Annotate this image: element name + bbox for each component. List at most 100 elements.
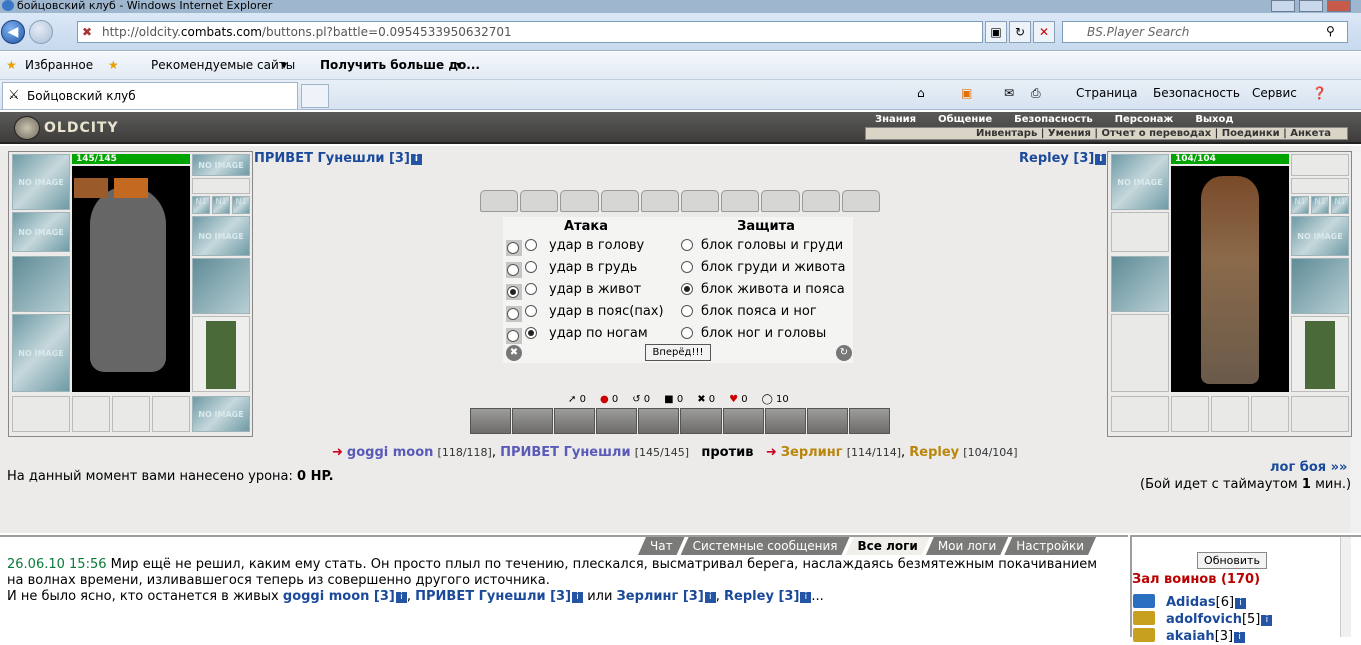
scroll-slot[interactable] — [640, 190, 680, 212]
info-icon[interactable]: i — [1095, 154, 1107, 165]
attack-radio[interactable] — [525, 261, 537, 273]
info-icon[interactable]: i — [410, 154, 422, 165]
search-input[interactable]: BS.Player Search — [1062, 21, 1348, 43]
info-icon[interactable]: i — [800, 592, 812, 603]
attack-option[interactable]: удар в пояс(пах) — [506, 304, 664, 322]
defense-radio[interactable] — [681, 283, 693, 295]
scroll-slot[interactable] — [681, 190, 720, 212]
attack-radio[interactable] — [525, 239, 537, 251]
attack-box-radio[interactable] — [506, 306, 522, 322]
scroll-slot[interactable] — [560, 190, 599, 212]
tab-chat[interactable]: Чат — [638, 537, 685, 555]
room-user[interactable]: Adidas[6] i — [1133, 594, 1247, 611]
defense-radio[interactable] — [681, 305, 693, 317]
attack-option[interactable]: удар по ногам — [506, 326, 648, 344]
earring-slot[interactable]: NO IMAGE — [192, 154, 250, 176]
refresh-button[interactable]: Обновить — [1197, 552, 1267, 569]
trick-button[interactable] — [596, 408, 638, 434]
defense-option[interactable]: блок живота и пояса — [681, 282, 845, 298]
helmet-slot[interactable]: NO IMAGE — [12, 154, 70, 210]
close-window-button[interactable] — [1327, 0, 1351, 12]
safety-menu[interactable]: Безопасность — [1153, 86, 1240, 100]
radio-icon[interactable] — [507, 286, 519, 298]
ring-slot[interactable] — [112, 396, 150, 432]
ring-slot[interactable] — [72, 396, 110, 432]
radio-icon[interactable] — [507, 330, 519, 342]
trick-button[interactable] — [722, 408, 764, 434]
info-icon[interactable]: i — [704, 592, 716, 603]
maximize-button[interactable] — [1299, 0, 1323, 12]
tab-settings[interactable]: Настройки — [1004, 537, 1096, 555]
scroll-slot[interactable] — [841, 190, 881, 212]
attack-option[interactable]: удар в голову — [506, 238, 644, 256]
compat-view-icon[interactable]: ▣ — [985, 21, 1007, 43]
amulet-slot[interactable] — [192, 178, 250, 194]
belt-slot[interactable] — [12, 396, 70, 432]
ring-slot[interactable] — [1171, 396, 1209, 432]
small-slot[interactable]: N1 — [232, 196, 250, 214]
weapon-slot-right[interactable] — [1291, 258, 1349, 314]
boots-slot[interactable]: NO IMAGE — [192, 396, 250, 432]
fight-request-icon[interactable] — [1133, 594, 1155, 608]
help-icon[interactable]: ❓ — [1312, 86, 1327, 100]
defense-option[interactable]: блок пояса и ног — [681, 304, 817, 320]
new-tab-button[interactable] — [301, 84, 329, 108]
minimize-button[interactable] — [1271, 0, 1295, 12]
team2-member[interactable]: Зерлинг — [781, 445, 843, 460]
room-user[interactable]: adolfovich[5] i — [1133, 611, 1273, 628]
info-icon[interactable]: i — [572, 592, 584, 603]
small-slot[interactable]: N1 — [1291, 196, 1309, 214]
tab-all-logs[interactable]: Все логи — [846, 537, 930, 555]
search-icon[interactable]: ⚲ — [1326, 24, 1335, 38]
mail-icon[interactable]: ✉ — [1004, 86, 1014, 100]
info-icon[interactable]: i — [1261, 615, 1273, 626]
defense-radio[interactable] — [681, 327, 693, 339]
ring-slot[interactable] — [152, 396, 190, 432]
left-player-name[interactable]: ПРИВЕТ Гунешли [3] i — [254, 151, 422, 166]
boots-slot[interactable] — [1291, 396, 1349, 432]
info-icon[interactable]: i — [1235, 598, 1247, 609]
defense-option[interactable]: блок ног и головы — [681, 326, 826, 342]
info-icon[interactable]: i — [395, 592, 407, 603]
sub-menu[interactable]: Инвентарь | Умения | Отчет о переводах |… — [865, 127, 1348, 140]
attack-radio[interactable] — [525, 327, 537, 339]
menu-communication[interactable]: Общение — [938, 114, 992, 126]
necklace-slot[interactable] — [1111, 212, 1169, 252]
team1-member[interactable]: ПРИВЕТ Гунешли — [500, 445, 630, 460]
menu-exit[interactable]: Выход — [1195, 114, 1233, 126]
defense-option[interactable]: блок головы и груди — [681, 238, 843, 254]
add-favorite-icon[interactable]: ★ — [108, 58, 119, 72]
earring-slot[interactable] — [1291, 154, 1349, 176]
home-icon[interactable]: ⌂ — [917, 86, 925, 100]
attack-box-radio[interactable] — [506, 240, 522, 256]
user-name[interactable]: adolfovich — [1166, 612, 1242, 627]
trick-button[interactable] — [848, 408, 890, 434]
tab-active[interactable]: ⚔ Бойцовский клуб — [2, 82, 298, 109]
chevron-down-icon[interactable]: ▾ — [281, 58, 287, 72]
defense-option[interactable]: блок груди и живота — [681, 260, 846, 276]
print-icon[interactable]: ⎙ — [1031, 86, 1041, 100]
chat-player-link[interactable]: Repley [3] — [724, 589, 799, 604]
tab-system-messages[interactable]: Системные сообщения — [681, 537, 850, 555]
attack-option[interactable]: удар в живот — [506, 282, 641, 300]
ring-slot[interactable] — [1211, 396, 1249, 432]
site-logo[interactable]: OLDCITY — [14, 116, 119, 140]
trick-button[interactable] — [512, 408, 554, 434]
small-slot[interactable]: N1 — [212, 196, 230, 214]
refresh-icon[interactable]: ↻ — [836, 345, 852, 361]
weapon-slot-left[interactable] — [12, 256, 70, 312]
chat-player-link[interactable]: ПРИВЕТ Гунешли [3] — [415, 589, 571, 604]
scroll-slot[interactable] — [480, 190, 519, 212]
radio-icon[interactable] — [507, 242, 519, 254]
trick-button[interactable] — [638, 408, 680, 434]
team2-member[interactable]: Repley — [909, 445, 959, 460]
radio-icon[interactable] — [507, 264, 519, 276]
defense-radio[interactable] — [681, 261, 693, 273]
necklace-slot[interactable]: NO IMAGE — [12, 212, 70, 252]
back-button[interactable]: ◀ — [1, 20, 25, 44]
url-input[interactable]: ✖ http://oldcity.combats.com/buttons.pl?… — [77, 21, 983, 43]
attack-box-radio[interactable] — [506, 262, 522, 278]
fight-request-icon[interactable] — [1133, 628, 1155, 642]
radio-icon[interactable] — [507, 308, 519, 320]
armor-slot[interactable] — [1111, 314, 1169, 392]
